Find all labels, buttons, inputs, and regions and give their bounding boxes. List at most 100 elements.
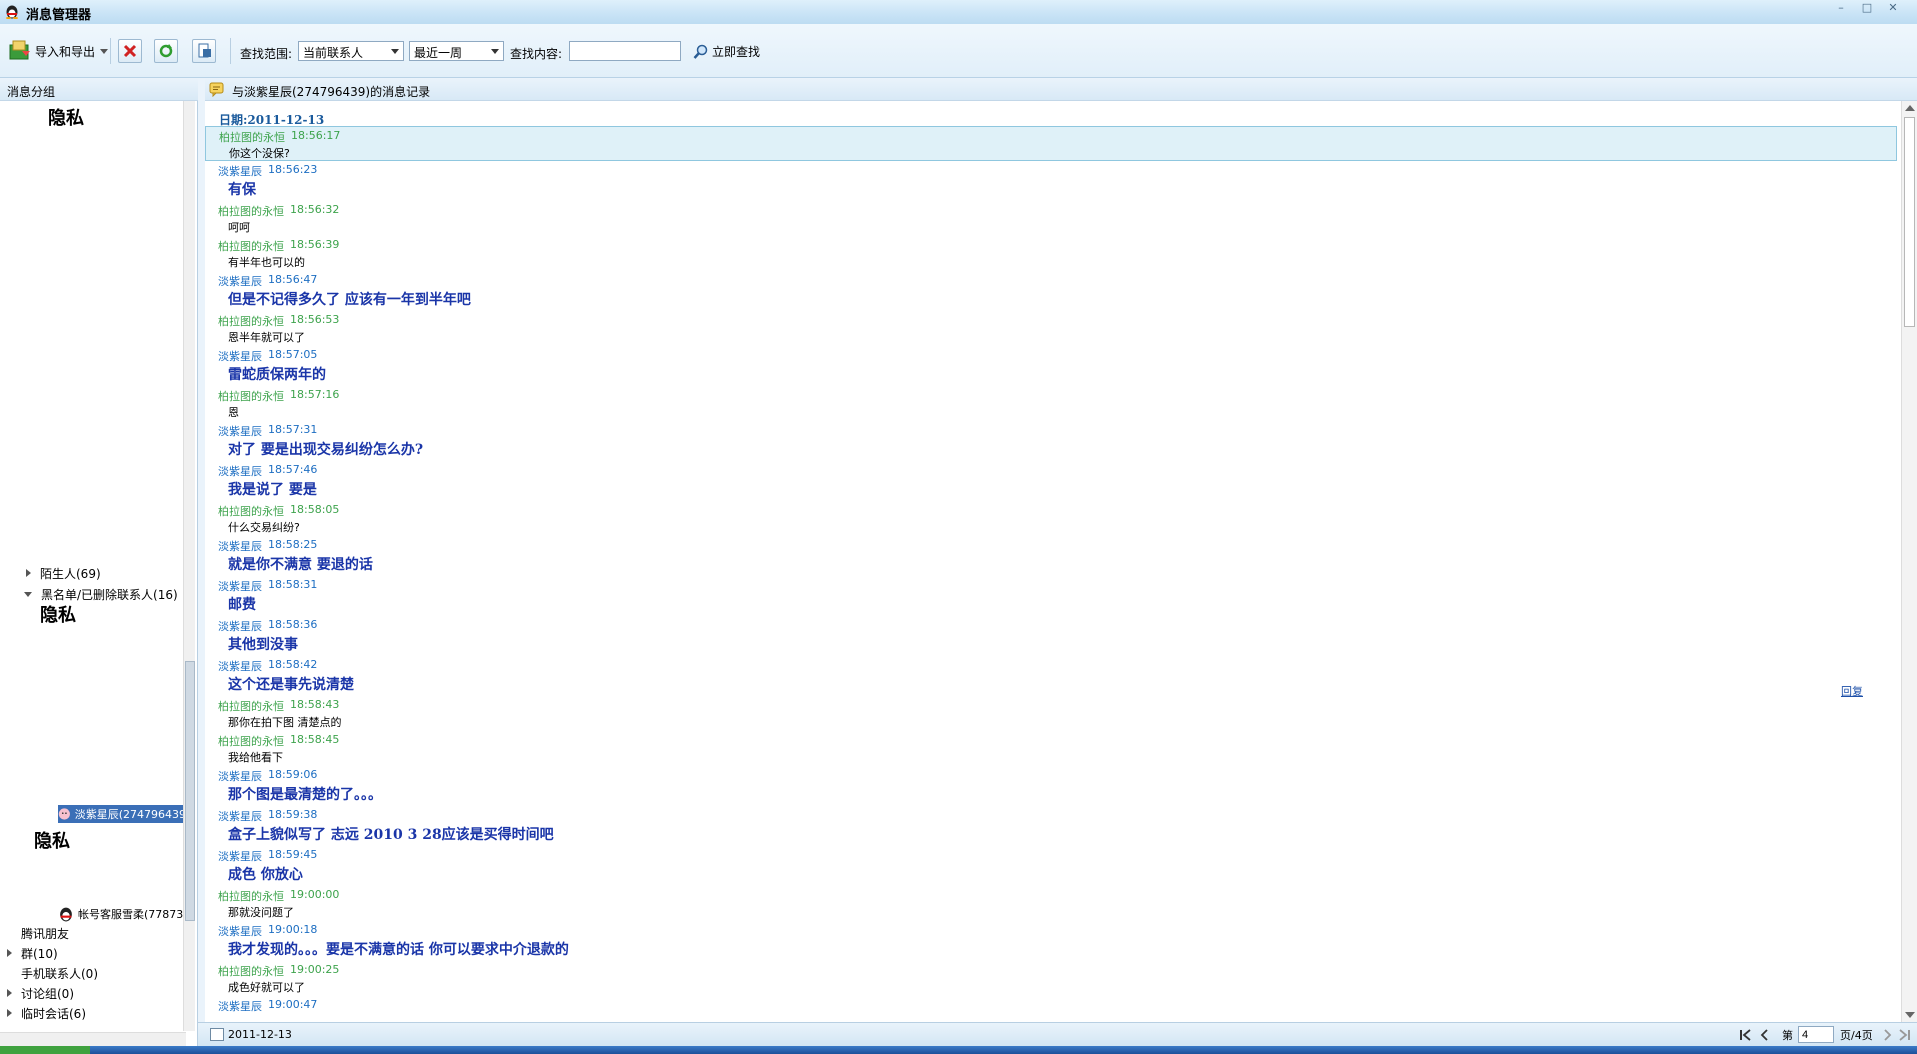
- message-sender-time: 淡紫星辰: [218, 925, 262, 938]
- message-row[interactable]: 淡紫星辰 18:59:06 那个图是最清楚的了。。。: [205, 766, 1897, 806]
- message-time: 18:59:06: [268, 768, 318, 781]
- message-sender-time: 淡紫星辰: [218, 465, 262, 478]
- message-row[interactable]: 淡紫星辰 18:58:36 其他到没事: [205, 616, 1897, 656]
- tree-item-mobile-contacts[interactable]: 手机联系人(0): [0, 964, 98, 982]
- message-row[interactable]: 淡紫星辰 18:57:46 我是说了 要是: [205, 461, 1897, 501]
- message-row[interactable]: 柏拉图的永恒 18:56:32 呵呵: [205, 201, 1897, 236]
- export-file-button[interactable]: [192, 39, 216, 63]
- contact-scope-select[interactable]: 当前联系人: [298, 41, 404, 61]
- first-page-icon[interactable]: [1739, 1029, 1753, 1041]
- close-button[interactable]: ✕: [1882, 2, 1904, 16]
- message-text: 对了 要是出现交易纠纷怎么办?: [228, 442, 424, 458]
- delete-button[interactable]: [118, 39, 142, 63]
- message-row[interactable]: 淡紫星辰 18:58:42 这个还是事先说清楚: [205, 656, 1897, 696]
- message-group-title: 消息分组: [7, 85, 56, 99]
- tree-item-temp-sessions[interactable]: 临时会话(6): [0, 1004, 86, 1022]
- import-export-label: 导入和导出: [35, 44, 96, 59]
- message-text: 那你在拍下图 清楚点的: [228, 716, 342, 729]
- message-row[interactable]: 柏拉图的永恒 18:58:45 我给他看下: [205, 731, 1897, 766]
- sidebar-vertical-scrollbar[interactable]: [183, 101, 195, 1031]
- privacy-mask: 隐私: [47, 104, 187, 562]
- contact-name: 帐号客服雪柔(77873: [78, 908, 184, 921]
- message-sender-time: 柏拉图的永恒: [219, 131, 285, 144]
- minimize-button[interactable]: –: [1830, 2, 1852, 16]
- message-sender-time: 淡紫星辰: [218, 620, 262, 633]
- message-row[interactable]: 淡紫星辰 18:56:47 但是不记得多久了 应该有一年到半年吧: [205, 271, 1897, 311]
- search-content-label: 查找内容:: [510, 47, 563, 61]
- tree-item-label: 黑名单/已删除联系人(16): [41, 587, 178, 602]
- contact-scope-value: 当前联系人: [303, 46, 364, 60]
- message-sender-time: 淡紫星辰: [218, 810, 262, 823]
- message-row[interactable]: 柏拉图的永恒 18:56:39 有半年也可以的: [205, 236, 1897, 271]
- maximize-button[interactable]: □: [1856, 2, 1878, 16]
- message-row[interactable]: 柏拉图的永恒 18:56:53 恩半年就可以了: [205, 311, 1897, 346]
- message-row[interactable]: 柏拉图的永恒 19:00:00 那就没问题了: [205, 886, 1897, 921]
- message-time: 18:57:16: [290, 388, 340, 401]
- message-sender-time: 柏拉图的永恒: [218, 240, 284, 253]
- message-row[interactable]: 淡紫星辰 18:58:31 邮费: [205, 576, 1897, 616]
- chevron-down-icon: [100, 48, 109, 54]
- privacy-label: 隐私: [40, 605, 76, 626]
- message-row[interactable]: 淡紫星辰 19:00:18 我才发现的。。。要是不满意的话 你可以要求中介退款的: [205, 921, 1897, 961]
- message-row[interactable]: 淡紫星辰 18:58:25 就是你不满意 要退的话: [205, 536, 1897, 576]
- message-row[interactable]: 柏拉图的永恒 18:58:43 那你在拍下图 清楚点的: [205, 696, 1897, 731]
- scroll-up-icon[interactable]: [1905, 105, 1915, 111]
- scrollbar-thumb[interactable]: [185, 661, 195, 921]
- scroll-down-icon[interactable]: [1905, 1012, 1915, 1018]
- message-row[interactable]: 淡紫星辰 19:00:47: [205, 996, 1897, 1022]
- contact-item-service[interactable]: 帐号客服雪柔(77873: [58, 905, 183, 923]
- sidebar-horizontal-scrollbar[interactable]: [0, 1032, 186, 1046]
- qq-penguin-icon: [60, 907, 72, 922]
- tree-item-label: 腾讯朋友: [21, 926, 70, 941]
- message-time: 18:56:47: [268, 273, 318, 286]
- privacy-label: 隐私: [48, 108, 84, 129]
- message-row[interactable]: 柏拉图的永恒 18:58:05 什么交易纠纷?: [205, 501, 1897, 536]
- message-row[interactable]: 淡紫星辰 18:56:23 有保: [205, 161, 1897, 201]
- start-button[interactable]: [0, 1046, 90, 1054]
- tree-item-discussion-groups[interactable]: 讨论组(0): [0, 984, 74, 1002]
- message-row[interactable]: 淡紫星辰 18:57:31 对了 要是出现交易纠纷怎么办?: [205, 421, 1897, 461]
- last-page-icon[interactable]: [1897, 1029, 1911, 1041]
- message-row[interactable]: 柏拉图的永恒 18:57:16 恩: [205, 386, 1897, 421]
- tree-item-tencent-friends[interactable]: 腾讯朋友: [0, 924, 69, 942]
- tree-item-groups[interactable]: 群(10): [0, 944, 58, 962]
- search-now-button[interactable]: 立即查找: [693, 43, 760, 60]
- message-row[interactable]: 淡紫星辰 18:57:05 雷蛇质保两年的: [205, 346, 1897, 386]
- period-select[interactable]: 最近一周: [409, 41, 504, 61]
- tree-item-label: 临时会话(6): [21, 1006, 86, 1021]
- message-record-header: 与淡紫星辰(274796439)的消息记录: [205, 79, 1917, 101]
- refresh-button[interactable]: [154, 39, 178, 63]
- chevron-down-icon: [391, 49, 399, 54]
- message-sender-time: 淡紫星辰: [218, 770, 262, 783]
- calendar-icon[interactable]: [210, 1028, 224, 1041]
- message-text: 你这个没保?: [229, 147, 290, 160]
- search-now-label: 立即查找: [712, 45, 761, 59]
- message-row[interactable]: 柏拉图的永恒 18:56:17 你这个没保?: [205, 126, 1897, 161]
- message-text: 但是不记得多久了 应该有一年到半年吧: [228, 292, 471, 308]
- toolbar: 导入和导出 查找范围: 当前联系人 最近一周 查找内容: 立即查找: [0, 24, 1917, 78]
- message-row[interactable]: 淡紫星辰 18:59:38 盒子上貌似写了 志远 2010 3 28应该是买得时间吧: [205, 806, 1897, 846]
- page-number-input[interactable]: [1798, 1026, 1834, 1043]
- contact-item-selected[interactable]: 淡紫星辰(274796439: [58, 805, 186, 823]
- message-text: 成色 你放心: [228, 867, 303, 883]
- next-page-icon[interactable]: [1881, 1029, 1893, 1041]
- message-text: 成色好就可以了: [228, 981, 305, 994]
- message-row[interactable]: 淡紫星辰 18:59:45 成色 你放心: [205, 846, 1897, 886]
- search-input[interactable]: [569, 41, 681, 61]
- import-export-button[interactable]: 导入和导出: [8, 39, 109, 63]
- scrollbar-thumb[interactable]: [1904, 117, 1915, 327]
- contact-avatar-icon: [58, 808, 70, 820]
- message-row[interactable]: 柏拉图的永恒 19:00:25 成色好就可以了: [205, 961, 1897, 996]
- message-time: 18:58:31: [268, 578, 318, 591]
- message-time: 18:58:45: [290, 733, 340, 746]
- message-vertical-scrollbar[interactable]: [1901, 101, 1917, 1022]
- previous-page-icon[interactable]: [1759, 1029, 1771, 1041]
- message-time: 18:59:45: [268, 848, 318, 861]
- tree-item-strangers[interactable]: 陌生人(69): [0, 564, 101, 582]
- message-time: 18:58:05: [290, 503, 340, 516]
- message-sender-time: 淡紫星辰: [218, 1000, 262, 1013]
- message-record-panel: 与淡紫星辰(274796439)的消息记录 日期:2011-12-13 回复 柏…: [205, 79, 1917, 1022]
- message-sender-time: 淡紫星辰: [218, 660, 262, 673]
- message-time: 19:00:00: [290, 888, 340, 901]
- document-export-icon: [192, 39, 216, 63]
